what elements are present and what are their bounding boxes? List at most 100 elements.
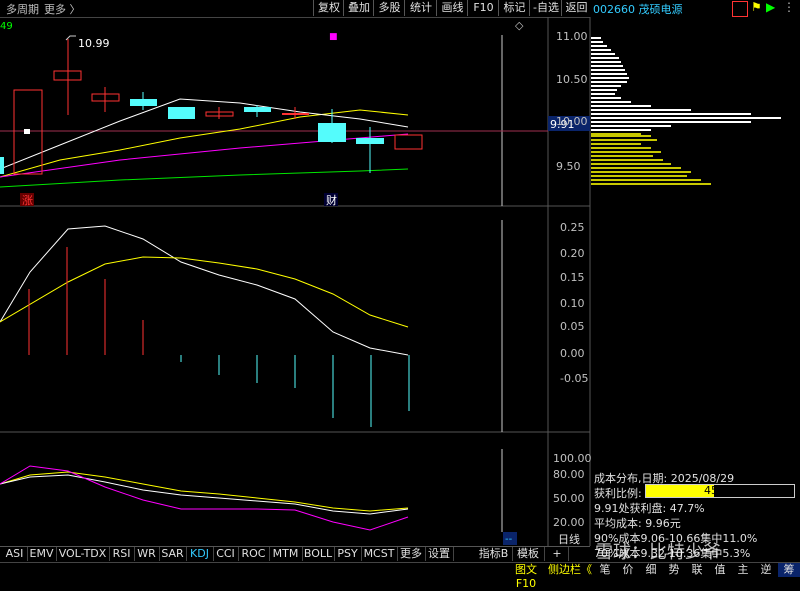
flag-icon[interactable]: ⚑ (751, 0, 762, 14)
high-annotation: 10.99 (78, 37, 110, 50)
chip-bar (591, 69, 625, 71)
status-right-button[interactable]: 主 (732, 563, 754, 577)
macd-dea-line (0, 256, 409, 328)
chip-bar (591, 121, 751, 123)
badge-cai: 财 (326, 193, 337, 207)
candle (394, 134, 423, 150)
chip-bar (591, 93, 615, 95)
candle (168, 107, 195, 119)
right-tab[interactable]: 指标B (475, 547, 513, 561)
toolbar-button[interactable]: 标记 (498, 0, 530, 16)
chip-bar (591, 61, 621, 63)
stock-code-name: 002660 茂硕电源 (593, 3, 683, 16)
right-tab[interactable]: + (546, 547, 569, 561)
macd-tick-label: -0.05 (560, 372, 588, 385)
candle (130, 99, 157, 106)
tab-boll[interactable]: BOLL (302, 547, 335, 561)
chip-bar (591, 133, 641, 135)
status-right-button[interactable]: 细 (640, 563, 662, 577)
more-menu[interactable]: 更多 〉 (44, 1, 81, 17)
candle (282, 113, 309, 115)
chip-bar (591, 151, 661, 153)
toolbar-button[interactable]: 叠加 (343, 0, 374, 16)
scroll-marker: -- (505, 534, 513, 545)
chip-bar (591, 143, 641, 145)
chip-bar (591, 65, 623, 67)
drag-handle-icon[interactable]: ⋮ (783, 0, 795, 14)
record-icon[interactable] (732, 1, 748, 17)
candlesticks (0, 39, 423, 175)
tab-emv[interactable]: EMV (27, 547, 57, 561)
tab-vol-tdx[interactable]: VOL-TDX (56, 547, 110, 561)
toolbar-button[interactable]: -自选 (529, 0, 562, 16)
status-right-button[interactable]: 筹 (778, 563, 800, 577)
tab-设置[interactable]: 设置 (425, 547, 454, 561)
chip-bar (591, 139, 657, 141)
price-tick-label: 10.00 (556, 115, 588, 128)
chip-bar (591, 89, 617, 91)
tab-mtm[interactable]: MTM (269, 547, 303, 561)
toolbar-button[interactable]: 统计 (404, 0, 437, 16)
ma-magenta-line (0, 133, 409, 178)
tab-cci[interactable]: CCI (213, 547, 239, 561)
tab-kdj[interactable]: KDJ (186, 547, 214, 561)
chip-bar (591, 37, 601, 39)
macd-tick-label: 0.20 (560, 247, 585, 260)
ma-green-line (0, 168, 409, 188)
price-tick-label: 11.00 (556, 30, 588, 43)
tab-roc[interactable]: ROC (238, 547, 270, 561)
status-right-button[interactable]: 势 (663, 563, 685, 577)
macd-dif-line (0, 225, 409, 356)
day-label[interactable]: 日线 (558, 531, 580, 547)
chip-bar (591, 125, 671, 127)
period-selector[interactable]: 多周期 (6, 1, 39, 17)
toolbar-button[interactable]: F10 (467, 0, 499, 16)
kdj-k-line (0, 474, 409, 515)
toolbar-button[interactable]: 画线 (436, 0, 468, 16)
chip-distribution (591, 37, 781, 185)
tab-sar[interactable]: SAR (159, 547, 187, 561)
status-left-button[interactable]: 图文F10 (505, 563, 547, 590)
status-right-button[interactable]: 价 (617, 563, 639, 577)
chip-bar (591, 175, 687, 177)
candle (318, 123, 346, 142)
chip-bar (591, 109, 691, 111)
chip-bar (591, 85, 621, 87)
magenta-dot-icon: ■ (329, 32, 338, 42)
diamond-icon: ◇ (515, 19, 524, 32)
macd-axis: 0.25 0.20 0.15 0.10 0.05 0.00 -0.05 (560, 221, 588, 385)
tab-mcst[interactable]: MCST (361, 547, 398, 561)
toolbar-button[interactable]: 返回 (561, 0, 591, 16)
kdj-tick-label: 20.00 (553, 516, 585, 529)
tab-asi[interactable]: ASI (2, 547, 28, 561)
chip-bar (591, 53, 615, 55)
status-right-button[interactable]: 联 (686, 563, 708, 577)
chip-bar (591, 77, 629, 79)
chip-bar (591, 49, 611, 51)
price-axis: 11.00 10.50 10.00 9.50 (556, 30, 588, 173)
kdj-d-line (0, 471, 409, 512)
play-icon[interactable]: ▶ (766, 0, 775, 14)
price-tick-label: 10.50 (556, 73, 588, 86)
tab-rsi[interactable]: RSI (109, 547, 135, 561)
status-right-button[interactable]: 逆 (755, 563, 777, 577)
toolbar-button[interactable]: 多股 (373, 0, 405, 16)
right-tab[interactable]: 模板 (512, 547, 545, 561)
tab-psy[interactable]: PSY (334, 547, 362, 561)
status-right-button[interactable]: 值 (709, 563, 731, 577)
kdj-tick-label: 50.00 (553, 492, 585, 505)
chart-canvas[interactable]: 9.91 ◇ ■ 49 11.0010.5010.009.50 0.250.20… (0, 17, 800, 546)
chip-bar (591, 129, 651, 131)
chip-bar (591, 183, 711, 185)
ma-yellow-line (0, 109, 409, 178)
toolbar-button[interactable]: 复权 (313, 0, 344, 16)
tab-更多[interactable]: 更多 (397, 547, 426, 561)
status-right-button[interactable]: 笔 (594, 563, 616, 577)
chip-bar (591, 179, 701, 181)
status-left-button[interactable]: 侧边栏《 (548, 563, 592, 577)
profit-value: 45.9% (704, 484, 739, 497)
chip-bar (591, 135, 651, 137)
macd-bars (28, 247, 410, 427)
tab-wr[interactable]: WR (134, 547, 160, 561)
candle (0, 157, 4, 174)
